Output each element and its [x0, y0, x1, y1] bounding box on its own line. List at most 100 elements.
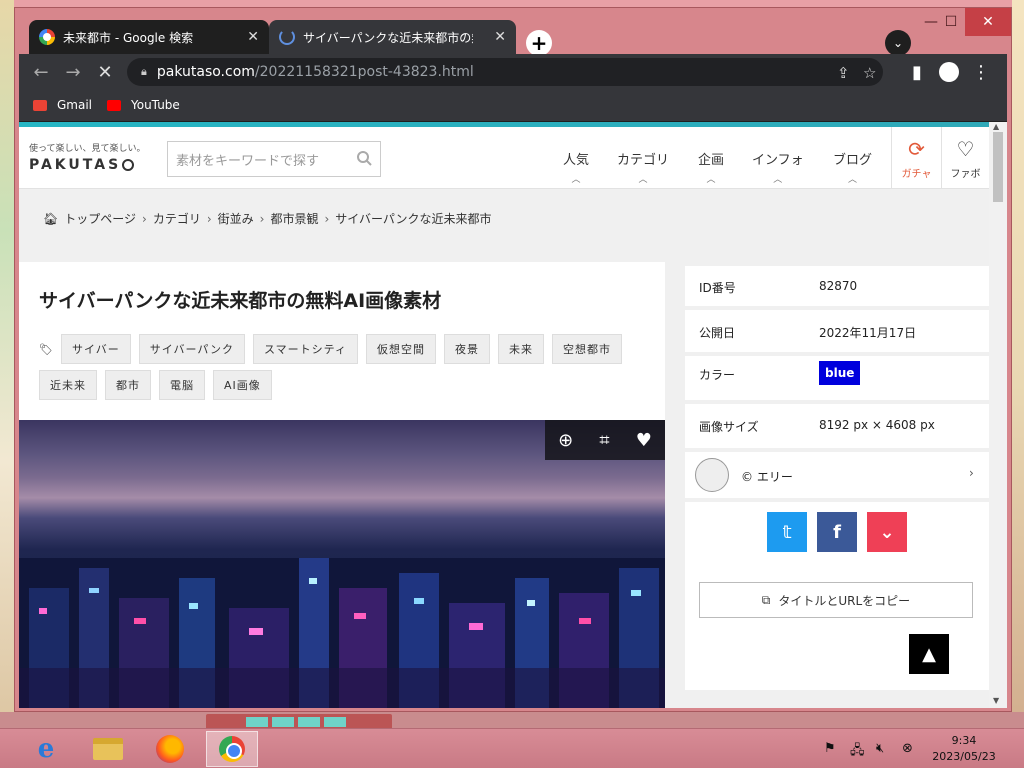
- bookmark-gmail[interactable]: Gmail: [33, 98, 92, 112]
- tab-pakutaso[interactable]: サイバーパンクな近未来都市の無料AI画像素材 ✕: [269, 20, 516, 54]
- nav-blog[interactable]: ブログ ︿: [833, 149, 872, 185]
- clock-date: 2023/05/23: [932, 750, 996, 763]
- breadcrumb-cityscape[interactable]: 都市景観: [270, 210, 318, 227]
- tab-title: サイバーパンクな近未来都市の無料AI画像素材: [303, 30, 473, 45]
- pocket-share-button[interactable]: ⌄: [867, 512, 907, 552]
- twitter-share-button[interactable]: 𝕥: [767, 512, 807, 552]
- bookmark-label: YouTube: [131, 98, 180, 112]
- breadcrumb-townscape[interactable]: 街並み: [218, 210, 254, 227]
- detail-label: カラー: [699, 368, 736, 382]
- address-bar[interactable]: 🔒︎ pakutaso.com/20221158321post-43823.ht…: [127, 58, 883, 86]
- tag-chip[interactable]: AI画像: [213, 370, 272, 400]
- heart-icon[interactable]: ♥: [636, 430, 652, 451]
- taskbar-ie[interactable]: e: [20, 731, 72, 767]
- lock-icon: 🔒︎: [141, 65, 147, 78]
- zoom-in-icon[interactable]: ⊕: [558, 430, 573, 451]
- detail-value: 8192 px × 4608 px: [819, 418, 935, 432]
- tag-chip[interactable]: 夜景: [444, 334, 490, 364]
- tag-chip[interactable]: 都市: [105, 370, 151, 400]
- network-icon[interactable]: 🖧︎: [850, 741, 865, 763]
- detail-size-row: 画像サイズ 8192 px × 4608 px: [685, 404, 989, 448]
- nav-category[interactable]: カテゴリ ︿: [617, 149, 669, 185]
- tab-search-button[interactable]: ⌄: [885, 30, 911, 56]
- share-icon[interactable]: ⇪: [837, 64, 850, 82]
- color-badge[interactable]: blue: [819, 361, 861, 385]
- notification-icon[interactable]: ⊗: [902, 741, 913, 756]
- url-path: /20221158321post-43823.html: [254, 64, 474, 80]
- profile-avatar-icon[interactable]: [937, 60, 961, 84]
- close-window-button[interactable]: ✕: [965, 8, 1011, 36]
- detail-color-row: カラー blue: [685, 356, 989, 400]
- stop-loading-icon[interactable]: ✕: [93, 60, 117, 84]
- url-host: pakutaso.com: [156, 64, 255, 80]
- back-arrow-icon[interactable]: ←: [29, 60, 53, 84]
- nav-info[interactable]: インフォ ︿: [752, 149, 804, 185]
- forward-arrow-icon[interactable]: →: [61, 60, 85, 84]
- taskbar-clock[interactable]: 9:34 2023/05/23: [926, 733, 1002, 765]
- tab-title: 未来都市 - Google 検索: [63, 30, 194, 45]
- scroll-to-top-button[interactable]: ▲: [909, 634, 949, 674]
- detail-id-row: ID番号 82870: [685, 266, 989, 306]
- tag-chip[interactable]: 仮想空間: [366, 334, 436, 364]
- breadcrumb-current: サイバーパンクな近未来都市: [335, 212, 492, 226]
- site-header: 使って楽しい、見て楽しい。 PAKUTAS 素材をキーワードで探す 人気 ︿ カテ…: [19, 127, 989, 189]
- home-icon: 🏠︎: [43, 211, 59, 226]
- taskbar-chrome[interactable]: [206, 731, 258, 767]
- heart-icon: ♡: [956, 137, 975, 161]
- tag-chip[interactable]: 未来: [498, 334, 544, 364]
- chevron-down-icon: ︿: [638, 175, 648, 185]
- tag-chip[interactable]: 空想都市: [552, 334, 622, 364]
- chevron-down-icon: ︿: [848, 175, 858, 185]
- copy-title-url-button[interactable]: ⧉ タイトルとURLをコピー: [699, 582, 973, 618]
- scroll-down-icon[interactable]: ▼: [993, 696, 999, 705]
- nav-project[interactable]: 企画 ︿: [698, 149, 724, 185]
- desktop-background-right: [1012, 0, 1024, 768]
- scroll-thumb[interactable]: [993, 132, 1003, 202]
- gmail-icon: [33, 99, 47, 111]
- article-header-card: サイバーパンクな近未来都市の無料AI画像素材 🏷︎ サイバー サイバーパンク ス…: [19, 262, 665, 420]
- tag-chip[interactable]: 近未来: [39, 370, 97, 400]
- facebook-share-button[interactable]: f: [817, 512, 857, 552]
- crop-icon[interactable]: ⌗: [599, 430, 609, 451]
- detail-label: 画像サイズ: [699, 420, 759, 434]
- desktop-background-left: [0, 0, 14, 768]
- tag-icon: 🏷︎: [39, 342, 53, 356]
- detail-value: 2022年11月17日: [819, 326, 917, 340]
- bookmark-star-icon[interactable]: ☆: [863, 64, 876, 82]
- site-search-input[interactable]: 素材をキーワードで探す: [167, 141, 381, 177]
- tab-close-icon[interactable]: ✕: [494, 29, 506, 45]
- author-row[interactable]: © エリー ›: [685, 452, 989, 498]
- side-panel-icon[interactable]: ▮: [905, 60, 929, 84]
- maximize-button[interactable]: ☐: [933, 8, 969, 36]
- tag-chip[interactable]: サイバー: [60, 334, 131, 364]
- taskbar-firefox[interactable]: [144, 731, 196, 767]
- favorites-button[interactable]: ♡ ファボ: [941, 127, 989, 189]
- breadcrumb-category[interactable]: カテゴリ: [153, 210, 201, 227]
- bookmark-label: Gmail: [57, 98, 93, 112]
- cyberpunk-city-photo[interactable]: ⊕ ⌗ ♥: [19, 420, 665, 708]
- browser-toolbar: ← → ✕ 🔒︎ pakutaso.com/20221158321post-43…: [19, 54, 1007, 90]
- site-logo[interactable]: PAKUTAS: [29, 157, 135, 173]
- search-placeholder: 素材をキーワードで探す: [176, 153, 320, 169]
- new-tab-button[interactable]: +: [526, 30, 552, 56]
- bookmark-youtube[interactable]: YouTube: [107, 98, 180, 112]
- nav-popular[interactable]: 人気 ︿: [563, 149, 589, 185]
- menu-kebab-icon[interactable]: ⋮: [969, 60, 993, 84]
- tag-chip[interactable]: 電脳: [159, 370, 205, 400]
- taskbar: e ⚑ 🖧︎ 🔇︎ ⊗ 9:34 2023/05/23: [0, 728, 1024, 768]
- flag-icon[interactable]: ⚑: [824, 741, 836, 756]
- tag-chip[interactable]: スマートシティ: [252, 334, 358, 364]
- taskbar-explorer[interactable]: [82, 731, 134, 767]
- breadcrumb-home[interactable]: トップページ: [64, 210, 136, 227]
- photo-toolbar: ⊕ ⌗ ♥: [545, 420, 665, 460]
- volume-muted-icon[interactable]: 🔇︎: [876, 741, 884, 756]
- tag-chip[interactable]: サイバーパンク: [138, 334, 245, 364]
- city-skyline: [19, 558, 665, 708]
- scroll-up-icon[interactable]: ▲: [993, 122, 999, 131]
- tab-close-icon[interactable]: ✕: [247, 29, 259, 45]
- refresh-icon: ⟳: [908, 137, 925, 161]
- search-icon[interactable]: [356, 150, 372, 166]
- gacha-button[interactable]: ⟳ ガチャ: [891, 127, 941, 189]
- tab-google-search[interactable]: 未来都市 - Google 検索 ✕: [29, 20, 269, 54]
- page-scrollbar[interactable]: ▲ ▼: [989, 122, 1007, 708]
